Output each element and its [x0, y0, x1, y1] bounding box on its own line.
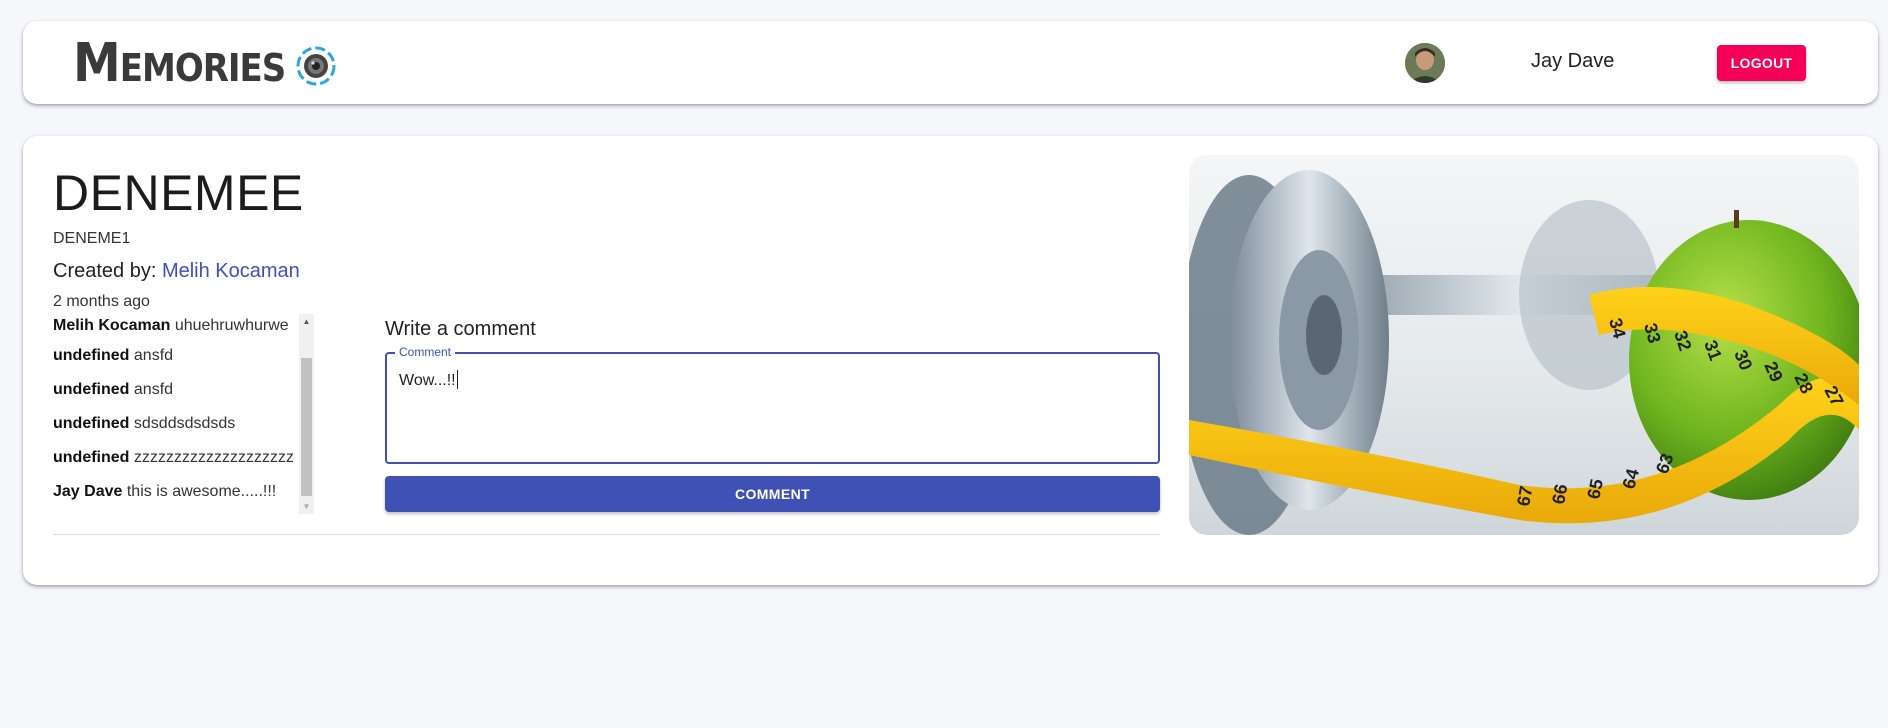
- comment-author: undefined: [53, 347, 130, 364]
- comment-text: zzzzzzzzzzzzzzzzzzzzzzzzzz: [133, 449, 293, 466]
- created-by-label: Created by:: [53, 260, 157, 282]
- post-creator-line: Created by: Melih Kocaman: [53, 260, 300, 283]
- camera-lens-icon: [296, 46, 336, 86]
- comment-text: ansfd: [133, 347, 174, 364]
- comment-author: undefined: [53, 415, 130, 432]
- post-image: 67 66 65 64 63 34 33 32 31 30 29 28 27: [1189, 155, 1859, 535]
- comment-item: undefined zzzzzzzzzzzzzzzzzzzzzzzzzz: [53, 441, 293, 475]
- comment-input-text: Wow...!!: [399, 372, 456, 389]
- post-details-card: DENEMEE DENEME1 Created by: Melih Kocama…: [23, 136, 1878, 585]
- write-comment-heading: Write a comment: [385, 318, 536, 340]
- brand[interactable]: Memories: [73, 31, 337, 95]
- brand-title: Memories: [73, 31, 286, 95]
- comment-field-label: Comment: [395, 345, 456, 359]
- svg-text:66: 66: [1548, 482, 1571, 505]
- scroll-up-arrow-icon[interactable]: ▲: [299, 314, 314, 329]
- comment-author: Melih Kocaman: [53, 317, 171, 334]
- comment-input[interactable]: Wow...!!: [399, 370, 458, 390]
- comments-list[interactable]: Melih Kocaman uhuehruwhurwe undefined ans…: [53, 314, 314, 514]
- svg-text:67: 67: [1513, 484, 1536, 507]
- divider: [53, 534, 1160, 535]
- svg-text:65: 65: [1583, 477, 1607, 501]
- comment-item: undefined ansfd: [53, 373, 293, 407]
- post-title: DENEMEE: [53, 165, 304, 221]
- comment-item: Melih Kocaman uhuehruwhurwe: [53, 314, 293, 339]
- scroll-thumb[interactable]: [301, 358, 312, 496]
- comment-author: undefined: [53, 381, 130, 398]
- avatar-photo-icon: [1405, 43, 1445, 83]
- comment-text: ansfd: [133, 381, 174, 398]
- user-avatar[interactable]: [1405, 43, 1445, 83]
- comment-submit-button[interactable]: COMMENT: [385, 476, 1160, 512]
- post-message: DENEME1: [53, 230, 131, 247]
- scroll-down-arrow-icon[interactable]: ▼: [299, 499, 314, 514]
- comment-text: sdsddsdsdsds: [133, 415, 236, 432]
- logout-button[interactable]: LOGOUT: [1717, 45, 1806, 81]
- user-name: Jay Dave: [1531, 50, 1615, 72]
- post-time: 2 months ago: [53, 293, 150, 310]
- fitness-photo-icon: 67 66 65 64 63 34 33 32 31 30 29 28 27: [1189, 155, 1859, 535]
- text-caret: [456, 370, 458, 389]
- comment-text: uhuehruwhurwe: [174, 317, 289, 334]
- creator-link[interactable]: Melih Kocaman: [162, 260, 300, 282]
- comments-items: Melih Kocaman uhuehruwhurwe undefined ans…: [53, 314, 293, 509]
- comment-field[interactable]: Comment Wow...!!: [385, 345, 1160, 464]
- comment-author: Jay Dave: [53, 483, 123, 500]
- comments-scrollbar[interactable]: ▲ ▼: [299, 314, 314, 514]
- app-bar: Memories Jay Dave LOGOUT: [23, 21, 1878, 104]
- comment-item: undefined sdsddsdsdsds: [53, 407, 293, 441]
- comment-item: undefined ansfd: [53, 339, 293, 373]
- comment-item: Jay Dave this is awesome.....!!!: [53, 475, 293, 509]
- comment-author: undefined: [53, 449, 130, 466]
- comment-text: this is awesome.....!!!: [126, 483, 277, 500]
